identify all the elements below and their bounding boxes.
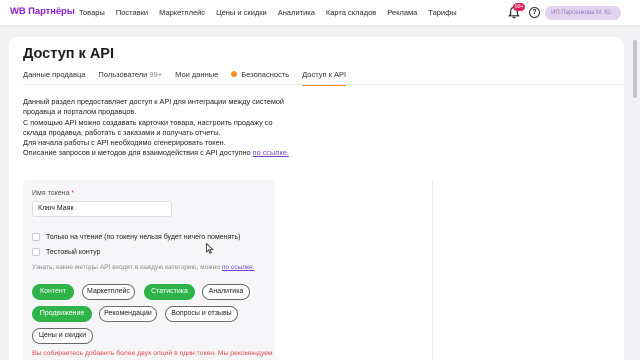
notifications-badge: 99+ — [513, 3, 526, 11]
chip-recommendations[interactable]: Рекомендации — [99, 306, 157, 322]
token-name-label-text: Имя токена — [32, 190, 70, 197]
tab-label: Мои данные — [175, 70, 219, 79]
description-text: Описание запросов и методов для взаимоде… — [23, 148, 251, 158]
chip-content[interactable]: Контент — [32, 284, 74, 300]
token-name-label: Имя токена * — [32, 190, 74, 197]
tab-label: Данные продавца — [23, 70, 86, 79]
chip-statistics[interactable]: Статистика — [144, 284, 195, 300]
nav-item-supplies[interactable]: Поставки — [116, 8, 148, 17]
mouse-cursor-icon — [206, 243, 214, 254]
tab-label: Доступ к API — [302, 70, 347, 79]
help-icon[interactable]: ? — [529, 7, 540, 18]
nav-item-warehouse-map[interactable]: Карта складов — [326, 8, 376, 17]
tab-label: Безопасность — [241, 70, 290, 79]
test-contour-checkbox[interactable] — [32, 248, 40, 256]
test-contour-option[interactable]: Тестовый контур — [32, 248, 100, 256]
options-warning: Вы собираетесь добавить более двух опций… — [32, 350, 273, 357]
tabs-divider — [23, 84, 623, 85]
readonly-option[interactable]: Только на чтение (по токену нельзя будет… — [32, 233, 241, 241]
nav-item-analytics[interactable]: Аналитика — [278, 8, 315, 17]
chip-marketplace[interactable]: Маркетплейс — [82, 284, 135, 300]
account-menu[interactable]: ИП Парсенкова М. Ю. — [545, 6, 621, 20]
categories-hint: Узнать, какие методы API входят в каждую… — [32, 264, 255, 271]
column-divider — [432, 180, 433, 360]
token-name-input[interactable]: Ключ Маяк — [32, 201, 172, 217]
description-line: С помощью API можно создавать карточки т… — [23, 117, 273, 137]
api-docs-link[interactable]: по ссылке. — [253, 148, 289, 157]
users-count-badge: 99+ — [149, 70, 163, 79]
hint-text: Узнать, какие методы API входят в каждую… — [32, 264, 220, 271]
nav-item-marketplace[interactable]: Маркетплейс — [159, 8, 205, 17]
page-scrollbar-thumb[interactable] — [633, 40, 637, 98]
main-nav: Товары Поставки Маркетплейс Цены и скидк… — [79, 8, 457, 17]
wb-partners-logo[interactable]: WB Партнёры — [10, 6, 75, 17]
categories-docs-link[interactable]: по ссылке. — [222, 264, 255, 271]
nav-item-prices[interactable]: Цены и скидки — [216, 8, 267, 17]
page-title: Доступ к API — [23, 46, 115, 62]
description-line: Для начала работы с API необходимо сгене… — [23, 138, 226, 148]
nav-item-goods[interactable]: Товары — [79, 8, 105, 17]
nav-item-ads[interactable]: Реклама — [387, 8, 417, 17]
readonly-checkbox[interactable] — [32, 233, 40, 241]
description-line: Данный раздел предоставляет доступ к API… — [23, 97, 285, 117]
warning-dot-icon — [231, 71, 238, 77]
chip-analytics[interactable]: Аналитика — [202, 284, 250, 300]
test-contour-label: Тестовый контур — [46, 248, 101, 256]
chip-prices-discounts[interactable]: Цены и скидки — [32, 328, 93, 344]
chip-questions-reviews[interactable]: Вопросы и отзывы — [165, 306, 238, 322]
tab-label: Пользователи — [98, 70, 148, 79]
required-mark: * — [71, 190, 75, 197]
api-description: Данный раздел предоставляет доступ к API… — [23, 97, 293, 159]
chip-promotion[interactable]: Продвижение — [32, 306, 92, 322]
description-line: Описание запросов и методов для взаимоде… — [23, 148, 293, 158]
readonly-label: Только на чтение (по токену нельзя будет… — [46, 233, 241, 241]
nav-item-tariffs[interactable]: Тарифы — [428, 8, 456, 17]
